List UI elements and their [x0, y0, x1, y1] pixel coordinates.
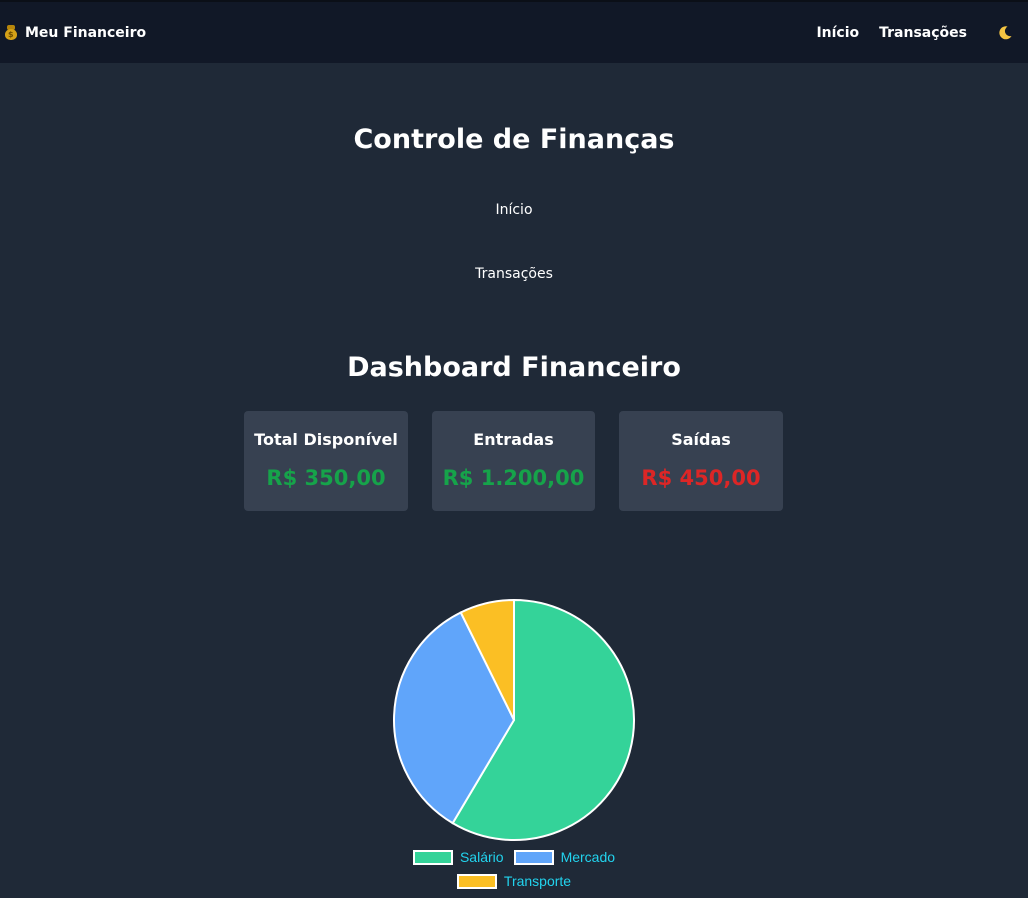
brand-name: Meu Financeiro	[25, 24, 147, 41]
nav-links: Início Transações	[796, 24, 1014, 42]
card-value: R$ 450,00	[641, 466, 761, 490]
pie-chart	[393, 598, 635, 841]
menu-link-inicio[interactable]: Início	[0, 202, 1028, 218]
page-title: Controle de Finanças	[353, 124, 675, 155]
legend-swatch	[412, 849, 453, 865]
card-total-disponivel: Total Disponível R$ 350,00	[244, 411, 408, 511]
moon-icon[interactable]	[996, 24, 1014, 42]
legend-row-2: Transporte	[0, 873, 1028, 889]
card-label: Entradas	[473, 430, 554, 449]
dashboard-title: Dashboard Financeiro	[347, 352, 681, 383]
card-entradas: Entradas R$ 1.200,00	[432, 411, 595, 511]
legend-item-transporte[interactable]: Transporte	[456, 873, 572, 889]
nav-link-inicio[interactable]: Início	[816, 25, 859, 41]
menu-link-transacoes[interactable]: Transações	[0, 266, 1028, 282]
card-value: R$ 350,00	[266, 466, 386, 490]
nav-link-transacoes[interactable]: Transações	[879, 25, 967, 41]
legend-label: Salário	[459, 849, 504, 865]
navbar: $ Meu Financeiro Início Transações	[0, 0, 1028, 63]
card-saidas: Saídas R$ 450,00	[619, 411, 783, 511]
legend-swatch	[513, 849, 554, 865]
card-value: R$ 1.200,00	[442, 466, 585, 490]
brand[interactable]: $ Meu Financeiro	[4, 25, 146, 41]
legend-item-salario[interactable]: Salário	[412, 849, 504, 865]
money-bag-icon: $	[4, 25, 18, 40]
card-label: Saídas	[671, 430, 731, 449]
legend-swatch	[456, 873, 497, 889]
legend-label: Transporte	[503, 873, 572, 889]
legend-label: Mercado	[560, 849, 616, 865]
legend-row-1: Salário Mercado	[0, 849, 1028, 865]
legend-item-mercado[interactable]: Mercado	[513, 849, 616, 865]
card-label: Total Disponível	[254, 430, 398, 449]
